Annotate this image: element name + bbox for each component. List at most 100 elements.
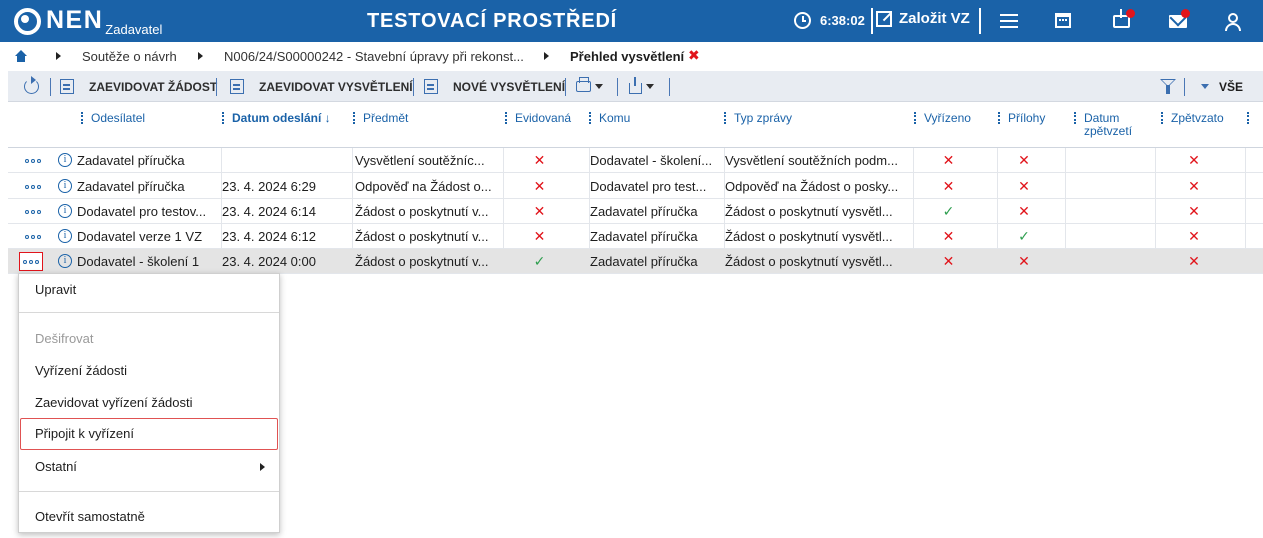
session-clock: 6:38:02 <box>794 12 865 29</box>
column-header-sent-date[interactable]: Datum odeslání ↓ <box>222 102 352 148</box>
menu-item-open-separately[interactable]: Otevřít samostatně <box>19 501 279 533</box>
cell-withdrawn: ✕ <box>1188 203 1200 219</box>
cell-registered: ✕ <box>533 152 546 168</box>
divider <box>19 312 279 313</box>
breadcrumb-arrow-icon <box>198 52 203 60</box>
cell-recipient: Dodavatel pro test... <box>590 179 707 194</box>
export-icon <box>629 77 642 94</box>
column-header-registered[interactable]: Evidovaná <box>505 102 590 148</box>
column-header-extra[interactable] <box>1247 102 1257 148</box>
row-actions-icon[interactable] <box>23 230 43 243</box>
register-explanation-button[interactable]: ZAEVIDOVAT VYSVĚTLENÍ <box>230 71 413 102</box>
info-icon[interactable]: i <box>58 153 72 167</box>
cell-subject: Žádost o poskytnutí v... <box>355 204 489 219</box>
menu-item-edit[interactable]: Upravit <box>19 274 279 306</box>
column-header-resolved[interactable]: Vyřízeno <box>914 102 994 148</box>
cell-registered: ✕ <box>533 203 546 219</box>
register-request-label: ZAEVIDOVAT ŽÁDOST <box>89 79 218 94</box>
column-header-subject[interactable]: Předmět <box>353 102 503 148</box>
document-icon <box>230 79 244 94</box>
breadcrumb-item[interactable]: Soutěže o návrh <box>82 49 177 64</box>
divider <box>669 78 670 96</box>
inbox-icon[interactable] <box>1110 9 1135 33</box>
breadcrumb: Soutěže o návrh N006/24/S00000242 - Stav… <box>0 42 1263 69</box>
new-explanation-label: NOVÉ VYSVĚTLENÍ <box>453 79 566 94</box>
column-header-withdrawal-date[interactable]: Datum zpětvzetí <box>1074 102 1134 148</box>
create-vz-label: Založit VZ <box>899 10 970 27</box>
notification-dot <box>1181 9 1190 18</box>
view-all-dropdown[interactable]: VŠE <box>1201 71 1243 102</box>
cell-resolved: ✕ <box>942 253 955 269</box>
divider <box>617 78 618 96</box>
menu-item-attach-to-resolution[interactable]: Připojit k vyřízení <box>20 418 278 450</box>
table-row[interactable]: i Dodavatel - školení 1 23. 4. 2024 0:00 Žá… <box>8 249 1263 274</box>
info-icon[interactable]: i <box>58 204 72 218</box>
cell-attachments: ✕ <box>1018 152 1030 168</box>
cell-withdrawn: ✕ <box>1188 152 1200 168</box>
user-icon[interactable] <box>1221 9 1245 33</box>
menu-item-register-resolution[interactable]: Zaevidovat vyřízení žádosti <box>19 387 279 419</box>
row-actions-icon[interactable] <box>23 180 43 193</box>
cell-sender: Zadavatel příručka <box>77 153 185 168</box>
chevron-down-icon <box>595 84 603 89</box>
nen-logo[interactable]: NEN Zadavatel <box>14 6 162 37</box>
table-row[interactable]: i Dodavatel verze 1 VZ 23. 4. 2024 6:12 Žád… <box>8 224 1263 249</box>
column-header-sender[interactable]: Odesílatel <box>81 102 221 148</box>
home-icon[interactable] <box>15 50 27 62</box>
divider <box>413 78 414 96</box>
column-header-attachments[interactable]: Přílohy <box>998 102 1063 148</box>
refresh-icon[interactable] <box>24 76 39 94</box>
info-icon[interactable]: i <box>58 229 72 243</box>
cell-message-type: Žádost o poskytnutí vysvětl... <box>725 229 893 244</box>
close-tab-icon[interactable]: ✖ <box>688 47 700 64</box>
divider <box>50 78 51 96</box>
new-explanation-button[interactable]: NOVÉ VYSVĚTLENÍ <box>424 71 565 102</box>
table-row[interactable]: i Zadavatel příručka Vysvětlení soutěžníc.… <box>8 148 1263 173</box>
info-icon[interactable]: i <box>58 179 72 193</box>
column-header-message-type[interactable]: Typ zprávy <box>724 102 914 148</box>
cell-registered: ✓ <box>533 253 546 269</box>
table-row[interactable]: i Zadavatel příručka 23. 4. 2024 6:29 Odpov… <box>8 174 1263 199</box>
row-actions-icon[interactable] <box>23 205 43 218</box>
grid-toolbar: ZAEVIDOVAT ŽÁDOST ZAEVIDOVAT VYSVĚTLENÍ … <box>8 71 1263 102</box>
breadcrumb-item[interactable]: N006/24/S00000242 - Stavební úpravy při … <box>224 49 524 64</box>
clock-icon <box>794 12 811 29</box>
menu-icon[interactable] <box>998 9 1022 33</box>
menu-item-other[interactable]: Ostatní <box>19 451 279 483</box>
cell-recipient: Zadavatel příručka <box>590 204 698 219</box>
row-context-menu: Upravit Dešifrovat Vyřízení žádosti Zaev… <box>18 273 280 533</box>
register-explanation-label: ZAEVIDOVAT VYSVĚTLENÍ <box>259 79 413 94</box>
cell-recipient: Zadavatel příručka <box>590 229 698 244</box>
mail-icon[interactable] <box>1166 9 1190 33</box>
export-menu-button[interactable] <box>629 71 654 102</box>
info-icon[interactable]: i <box>58 254 72 268</box>
row-actions-icon[interactable] <box>23 154 43 167</box>
environment-title: TESTOVACÍ PROSTŘEDÍ <box>367 10 618 32</box>
cell-withdrawal-date <box>1066 199 1151 224</box>
calendar-icon[interactable] <box>1052 9 1076 33</box>
menu-item-other-label: Ostatní <box>35 459 77 474</box>
menu-item-request-resolution[interactable]: Vyřízení žádosti <box>19 355 279 387</box>
column-header-withdrawn[interactable]: Zpětvzato <box>1161 102 1246 148</box>
create-vz-button[interactable]: Založit VZ <box>876 10 970 27</box>
divider <box>1184 78 1185 96</box>
chevron-down-icon <box>646 84 654 89</box>
divider <box>19 491 279 492</box>
cell-sender: Dodavatel pro testov... <box>77 204 207 219</box>
cell-withdrawal-date <box>1066 249 1151 274</box>
cell-attachments: ✓ <box>1018 228 1030 244</box>
cell-sent-date: 23. 4. 2024 6:12 <box>222 229 316 244</box>
row-actions-icon[interactable] <box>19 252 43 271</box>
register-request-button[interactable]: ZAEVIDOVAT ŽÁDOST <box>60 71 217 102</box>
breadcrumb-current: Přehled vysvětlení <box>570 49 685 64</box>
filter-icon[interactable] <box>1160 79 1176 94</box>
cell-registered: ✕ <box>533 178 546 194</box>
print-menu-button[interactable] <box>576 71 603 102</box>
table-row[interactable]: i Dodavatel pro testov... 23. 4. 2024 6:14… <box>8 199 1263 224</box>
breadcrumb-arrow-icon <box>56 52 61 60</box>
top-bar: NEN Zadavatel TESTOVACÍ PROSTŘEDÍ 6:38:0… <box>0 0 1263 42</box>
column-header-recipient[interactable]: Komu <box>589 102 724 148</box>
cell-registered: ✕ <box>533 228 546 244</box>
cell-subject: Žádost o poskytnutí v... <box>355 229 489 244</box>
session-time: 6:38:02 <box>820 13 865 28</box>
